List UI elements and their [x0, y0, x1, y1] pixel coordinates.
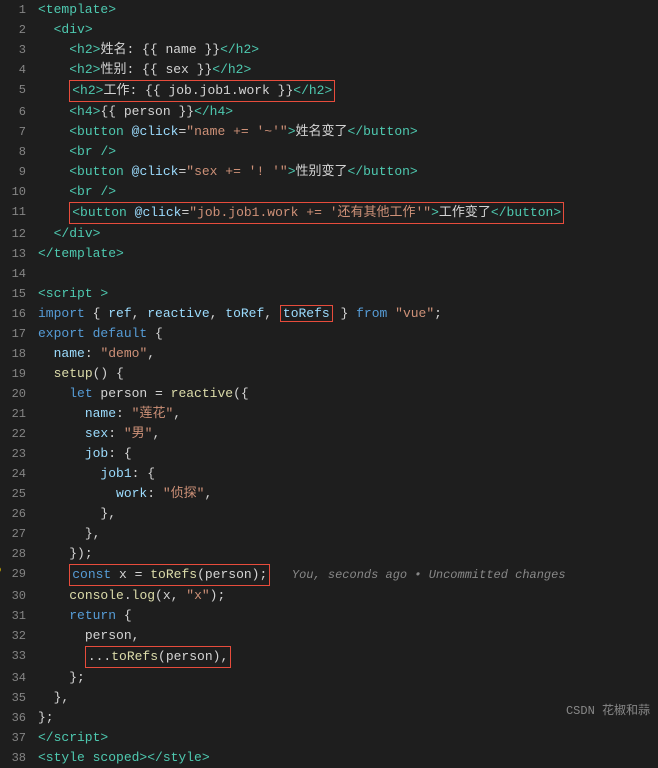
footer-bar: CSDN 花椒和蒜 — [558, 699, 658, 720]
code-line: 18 name: "demo", — [0, 344, 658, 364]
code-line: 1 <template> — [0, 0, 658, 20]
code-line: 38 <style scoped></style> — [0, 748, 658, 768]
code-line: 21 name: "莲花", — [0, 404, 658, 424]
code-line: 26 }, — [0, 504, 658, 524]
code-line: 25 work: "侦探", — [0, 484, 658, 504]
code-line: 23 job: { — [0, 444, 658, 464]
code-line: 2 <div> — [0, 20, 658, 40]
code-line: 10 <br /> — [0, 182, 658, 202]
code-line: 22 sex: "男", — [0, 424, 658, 444]
code-line: 12 </div> — [0, 224, 658, 244]
code-line: 16 import { ref, reactive, toRef, toRefs… — [0, 304, 658, 324]
code-line: 20 let person = reactive({ — [0, 384, 658, 404]
code-line: 27 }, — [0, 524, 658, 544]
code-line: 15 <script > — [0, 284, 658, 304]
code-line: 34 }; — [0, 668, 658, 688]
code-line: 33 ...toRefs(person), — [0, 646, 658, 668]
code-line: 3 <h2>姓名: {{ name }}</h2> — [0, 40, 658, 60]
code-editor: 1 <template> 2 <div> 3 <h2>姓名: {{ name }… — [0, 0, 658, 768]
platform-label: CSDN — [566, 704, 595, 718]
code-line: 11 <button @click="job.job1.work += '还有其… — [0, 202, 658, 224]
code-line: 37 </script> — [0, 728, 658, 748]
code-line: 30 console.log(x, "x"); — [0, 586, 658, 606]
code-line: 💡 29 const x = toRefs(person); You, seco… — [0, 564, 658, 586]
code-line: 14 — [0, 264, 658, 284]
code-line: 6 <h4>{{ person }}</h4> — [0, 102, 658, 122]
code-line: 19 setup() { — [0, 364, 658, 384]
code-line: 17 export default { — [0, 324, 658, 344]
code-line: 7 <button @click="name += '~'">姓名变了</but… — [0, 122, 658, 142]
code-line: 9 <button @click="sex += '! '">性别变了</but… — [0, 162, 658, 182]
code-line: 4 <h2>性别: {{ sex }}</h2> — [0, 60, 658, 80]
code-line: 31 return { — [0, 606, 658, 626]
author-label: 花椒和蒜 — [602, 704, 650, 718]
code-line: 32 person, — [0, 626, 658, 646]
code-line: 13 </template> — [0, 244, 658, 264]
code-line: 28 }); — [0, 544, 658, 564]
code-line: 8 <br /> — [0, 142, 658, 162]
code-line: 24 job1: { — [0, 464, 658, 484]
code-line: 5 <h2>工作: {{ job.job1.work }}</h2> — [0, 80, 658, 102]
